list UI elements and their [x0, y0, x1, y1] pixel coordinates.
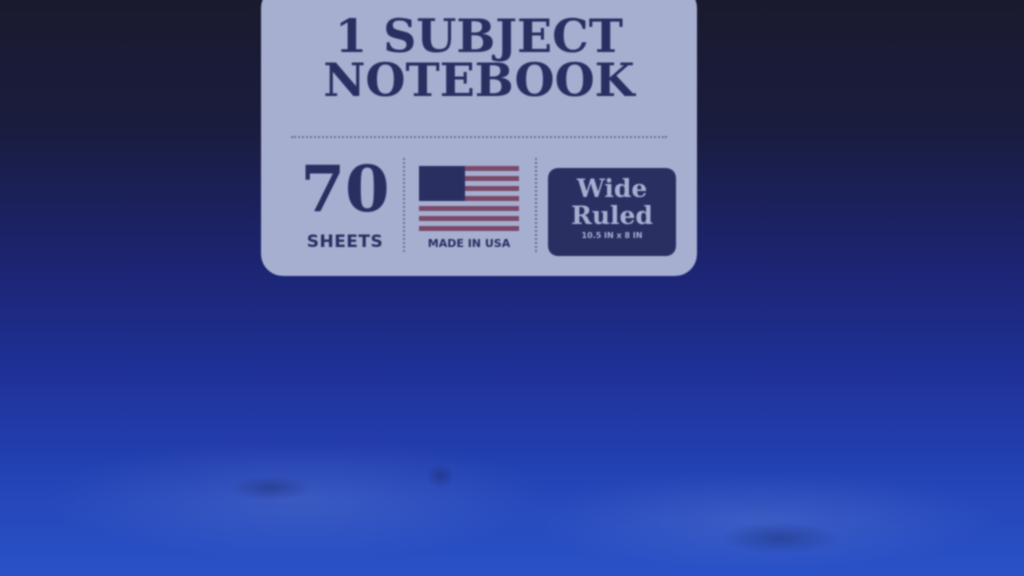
ruling-line-2: Ruled [571, 201, 653, 230]
us-flag-icon [419, 166, 519, 232]
label-separator-left [403, 158, 405, 252]
label-separator-right [535, 158, 537, 252]
ruling-line-1: Wide [576, 174, 648, 203]
ruling-size: 10.5 IN x 8 IN [581, 231, 643, 240]
label-divider [291, 136, 667, 138]
title-line-1: 1 SUBJECT [335, 9, 623, 63]
ruling-badge: Wide Ruled 10.5 IN x 8 IN [548, 168, 676, 256]
label-title: 1 SUBJECT NOTEBOOK [261, 9, 697, 107]
sheet-count: 70 [300, 152, 390, 227]
title-line-2: NOTEBOOK [323, 53, 635, 107]
notebook-label: 1 SUBJECT NOTEBOOK 70 SHEETS MADE IN USA… [261, 0, 697, 276]
origin-label: MADE IN USA [427, 237, 511, 250]
sheet-count-unit: SHEETS [306, 232, 384, 252]
